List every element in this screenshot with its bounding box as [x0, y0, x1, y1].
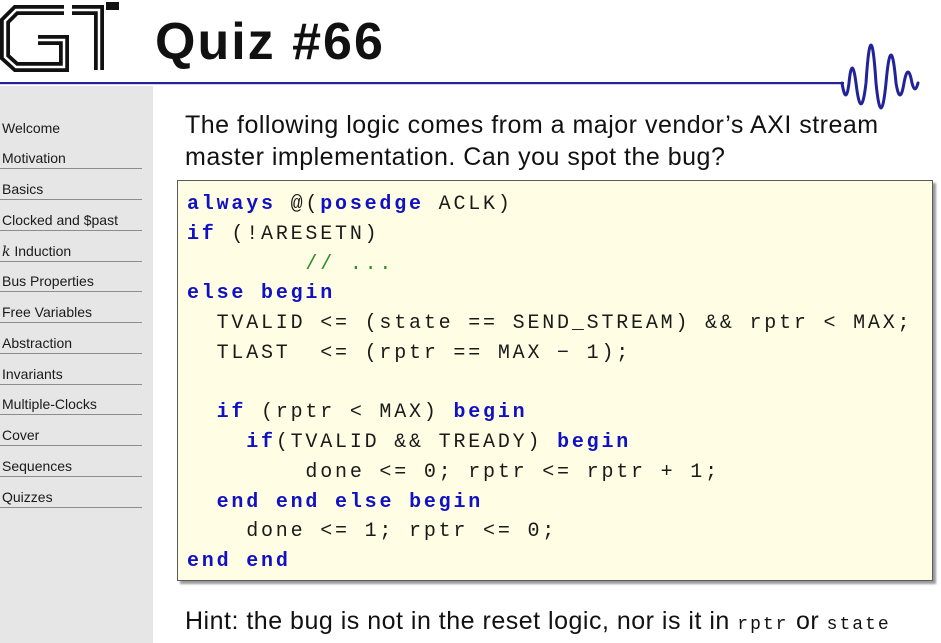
sidebar-item-motivation[interactable]: Motivation [0, 144, 142, 170]
hint-connector: or [795, 607, 820, 635]
intro-line: master implementation. Can you spot the … [185, 143, 726, 171]
sidebar-item-label: Welcome [2, 119, 61, 136]
intro-paragraph: The following logic comes from a major v… [185, 109, 879, 173]
sidebar-item-abstraction[interactable]: Abstraction [0, 329, 142, 354]
hint-code-rptr: rptr [737, 615, 789, 635]
hint-prefix: Hint: the bug is not in the reset logic,… [185, 607, 730, 635]
sidebar-nav: Welcome Motivation Basics Clocked and $p… [0, 114, 142, 514]
code-text: done <= 1; rptr <= 0; [187, 520, 558, 544]
code-line: if (rptr < MAX) begin [187, 398, 932, 428]
code-line: end end else begin [187, 488, 932, 518]
code-keyword: end [246, 550, 291, 573]
sidebar-item-label: Multiple-Clocks [2, 396, 97, 413]
code-line: // ... [187, 250, 932, 280]
code-keyword: begin [261, 282, 336, 306]
sidebar-item-bus-properties[interactable]: Bus Properties [0, 267, 142, 293]
sidebar-item-label: Motivation [2, 150, 66, 167]
sidebar-item-label: Cover [2, 427, 40, 443]
header-rule [0, 82, 844, 85]
code-line: if(TVALID && TREADY) begin [187, 428, 932, 458]
code-line: else begin [187, 279, 932, 309]
sidebar-item-label: Abstraction [2, 334, 73, 351]
sidebar-item-k-induction[interactable]: k Induction [0, 237, 142, 262]
code-keyword: posedge [320, 193, 424, 216]
code-text: (TVALID && TREADY) [275, 431, 558, 454]
sidebar-item-invariants[interactable]: Invariants [0, 360, 142, 385]
sidebar-item-welcome[interactable]: Welcome [0, 114, 142, 139]
code-text: TVALID <= (state == SEND_STREAM) && rptr… [187, 312, 913, 335]
sidebar-item-label: Sequences [2, 457, 73, 474]
code-keyword: if [216, 401, 247, 425]
code-keyword: end [216, 490, 262, 514]
sidebar-item-label: Invariants [2, 365, 63, 382]
code-keyword: if [246, 431, 276, 454]
code-listing: always @(posedge ACLK) if (!ARESETN) // .… [177, 180, 933, 581]
sidebar-item-quizzes[interactable]: Quizzes [0, 483, 142, 508]
code-keyword: end [275, 490, 321, 514]
sidebar-item-basics[interactable]: Basics [0, 175, 142, 200]
sidebar-item-label: Bus Properties [2, 273, 94, 290]
code-keyword: begin [409, 490, 484, 514]
intro-line: The following logic comes from a major v… [185, 111, 879, 139]
code-keyword: else [335, 490, 395, 514]
sidebar-item-label: Free Variables [2, 304, 93, 320]
sidebar-item-multiple-clocks[interactable]: Multiple-Clocks [0, 390, 142, 416]
hint-code-state: state [826, 615, 891, 635]
sidebar-item-sequences[interactable]: Sequences [0, 452, 142, 477]
sidebar-item-clocked-and-past[interactable]: Clocked and $past [0, 206, 142, 231]
code-text: TLAST <= (rptr == MAX − 1); [187, 341, 632, 365]
code-line: TLAST <= (rptr == MAX − 1); [187, 339, 932, 369]
sidebar-item-label: Clocked and $past [2, 211, 118, 228]
code-line: done <= 1; rptr <= 0; [187, 517, 932, 547]
slide-title: Quiz #66 [155, 13, 385, 71]
code-keyword: always [187, 193, 276, 216]
code-line: always @(posedge ACLK) [187, 190, 932, 220]
hint-text: Hint: the bug is not in the reset logic,… [185, 605, 891, 641]
gt-logo-icon [0, 2, 119, 72]
sidebar-item-math-prefix: k [2, 243, 11, 260]
sidebar-item-label: Quizzes [2, 488, 53, 505]
code-keyword: else [187, 282, 247, 306]
code-line: TVALID <= (state == SEND_STREAM) && rptr… [187, 309, 932, 339]
code-line: if (!ARESETN) [187, 220, 932, 250]
code-text: (!ARESETN) [216, 222, 380, 246]
sidebar-item-label: Induction [14, 242, 72, 259]
waveform-icon [840, 43, 920, 110]
code-text: @( [275, 193, 321, 216]
code-text: done <= 0; rptr <= rptr + 1; [187, 460, 720, 484]
code-text: (rptr < MAX) [246, 401, 454, 425]
sidebar-item-free-variables[interactable]: Free Variables [0, 298, 142, 323]
code-comment: // ... [305, 252, 395, 276]
code-line: end end [187, 547, 932, 577]
code-keyword: begin [557, 431, 632, 454]
sidebar-item-label: Basics [2, 181, 44, 197]
code-keyword: begin [453, 401, 528, 425]
code-keyword: end [187, 550, 232, 573]
sidebar-item-cover[interactable]: Cover [0, 421, 142, 446]
code-keyword: if [187, 222, 217, 246]
code-text: ACLK) [423, 193, 513, 216]
sidebar: Welcome Motivation Basics Clocked and $p… [0, 86, 153, 643]
code-line: done <= 0; rptr <= rptr + 1; [187, 458, 932, 488]
